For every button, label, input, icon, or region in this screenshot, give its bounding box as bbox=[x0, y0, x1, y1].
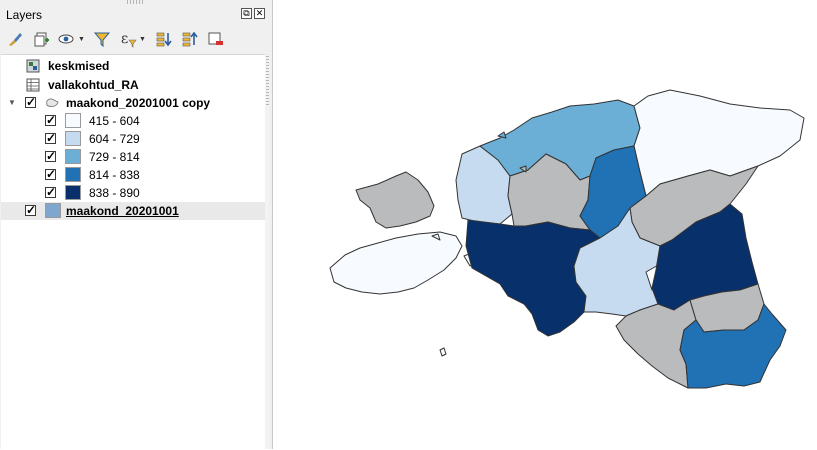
layer-swatch bbox=[45, 203, 61, 218]
layer-name: keskmised bbox=[48, 59, 110, 73]
polygon-layer-icon bbox=[46, 98, 59, 107]
layer-row-vallakohtud[interactable]: vallakohtud_RA bbox=[1, 76, 265, 94]
map-canvas[interactable] bbox=[274, 0, 817, 449]
county-saaremaa[interactable] bbox=[329, 231, 463, 295]
class-swatch bbox=[65, 113, 81, 128]
layer-name: vallakohtud_RA bbox=[48, 78, 139, 92]
class-swatch bbox=[65, 185, 81, 200]
class-visibility-checkbox[interactable] bbox=[45, 149, 56, 163]
county-hiiumaa[interactable] bbox=[355, 171, 435, 229]
chevron-down-icon[interactable]: ▼ bbox=[78, 36, 85, 43]
table-layer-icon bbox=[26, 78, 40, 92]
dock-grip[interactable] bbox=[127, 0, 145, 4]
collapse-all-icon[interactable] bbox=[180, 30, 198, 48]
eye-icon[interactable] bbox=[58, 30, 76, 48]
legend-class-row[interactable]: 729 - 814 bbox=[1, 148, 265, 166]
class-label: 814 - 838 bbox=[89, 168, 140, 182]
layer-name: maakond_20201001 copy bbox=[66, 96, 211, 110]
chevron-down-icon[interactable]: ▼ bbox=[139, 36, 146, 43]
legend-class-row[interactable]: 604 - 729 bbox=[1, 130, 265, 148]
paintbrush-icon[interactable] bbox=[6, 30, 24, 48]
expand-all-icon[interactable] bbox=[154, 30, 172, 48]
raster-layer-icon bbox=[26, 59, 40, 73]
layer-row-maakond-copy[interactable]: ▼ maakond_20201001 copy bbox=[1, 94, 265, 112]
panel-splitter[interactable] bbox=[266, 56, 269, 106]
legend-class-row[interactable]: 814 - 838 bbox=[1, 166, 265, 184]
layer-tree: keskmised vallakohtud_RA ▼ maakond_20201… bbox=[1, 54, 265, 450]
expression-filter-icon[interactable]: ε bbox=[119, 30, 137, 48]
float-panel-button[interactable]: ⧉ bbox=[241, 8, 252, 19]
class-visibility-checkbox[interactable] bbox=[45, 131, 56, 145]
add-group-icon[interactable] bbox=[32, 30, 50, 48]
class-swatch bbox=[65, 131, 81, 146]
panel-title: Layers bbox=[6, 8, 43, 22]
layers-toolbar: ▼ ε ▼ bbox=[6, 28, 224, 50]
class-label: 604 - 729 bbox=[89, 132, 140, 146]
legend-class-row[interactable]: 838 - 890 bbox=[1, 184, 265, 202]
class-visibility-checkbox[interactable] bbox=[45, 167, 56, 181]
class-label: 838 - 890 bbox=[89, 186, 140, 200]
county-islet bbox=[439, 347, 447, 357]
layer-row-keskmised[interactable]: keskmised bbox=[1, 57, 265, 75]
filter-icon[interactable] bbox=[93, 30, 111, 48]
legend-class-row[interactable]: 415 - 604 bbox=[1, 112, 265, 130]
svg-text:ε: ε bbox=[121, 31, 128, 47]
class-swatch bbox=[65, 167, 81, 182]
close-panel-button[interactable]: ✕ bbox=[254, 8, 265, 19]
layer-visibility-checkbox[interactable] bbox=[25, 203, 36, 217]
class-swatch bbox=[65, 149, 81, 164]
layers-panel: Layers ⧉ ✕ ▼ ε ▼ keskmised vallakohtud_R… bbox=[0, 0, 273, 450]
county-islet bbox=[497, 131, 507, 139]
layer-name: maakond_20201001 bbox=[66, 204, 179, 218]
class-label: 415 - 604 bbox=[89, 114, 140, 128]
tree-scrollbar[interactable] bbox=[265, 56, 269, 449]
estonia-map bbox=[329, 89, 805, 389]
class-visibility-checkbox[interactable] bbox=[45, 185, 56, 199]
layer-row-maakond[interactable]: maakond_20201001 bbox=[1, 202, 265, 220]
collapse-arrow-icon[interactable]: ▼ bbox=[8, 98, 16, 107]
class-visibility-checkbox[interactable] bbox=[45, 113, 56, 127]
class-label: 729 - 814 bbox=[89, 150, 140, 164]
remove-layer-icon[interactable] bbox=[206, 30, 224, 48]
layer-visibility-checkbox[interactable] bbox=[25, 95, 36, 109]
